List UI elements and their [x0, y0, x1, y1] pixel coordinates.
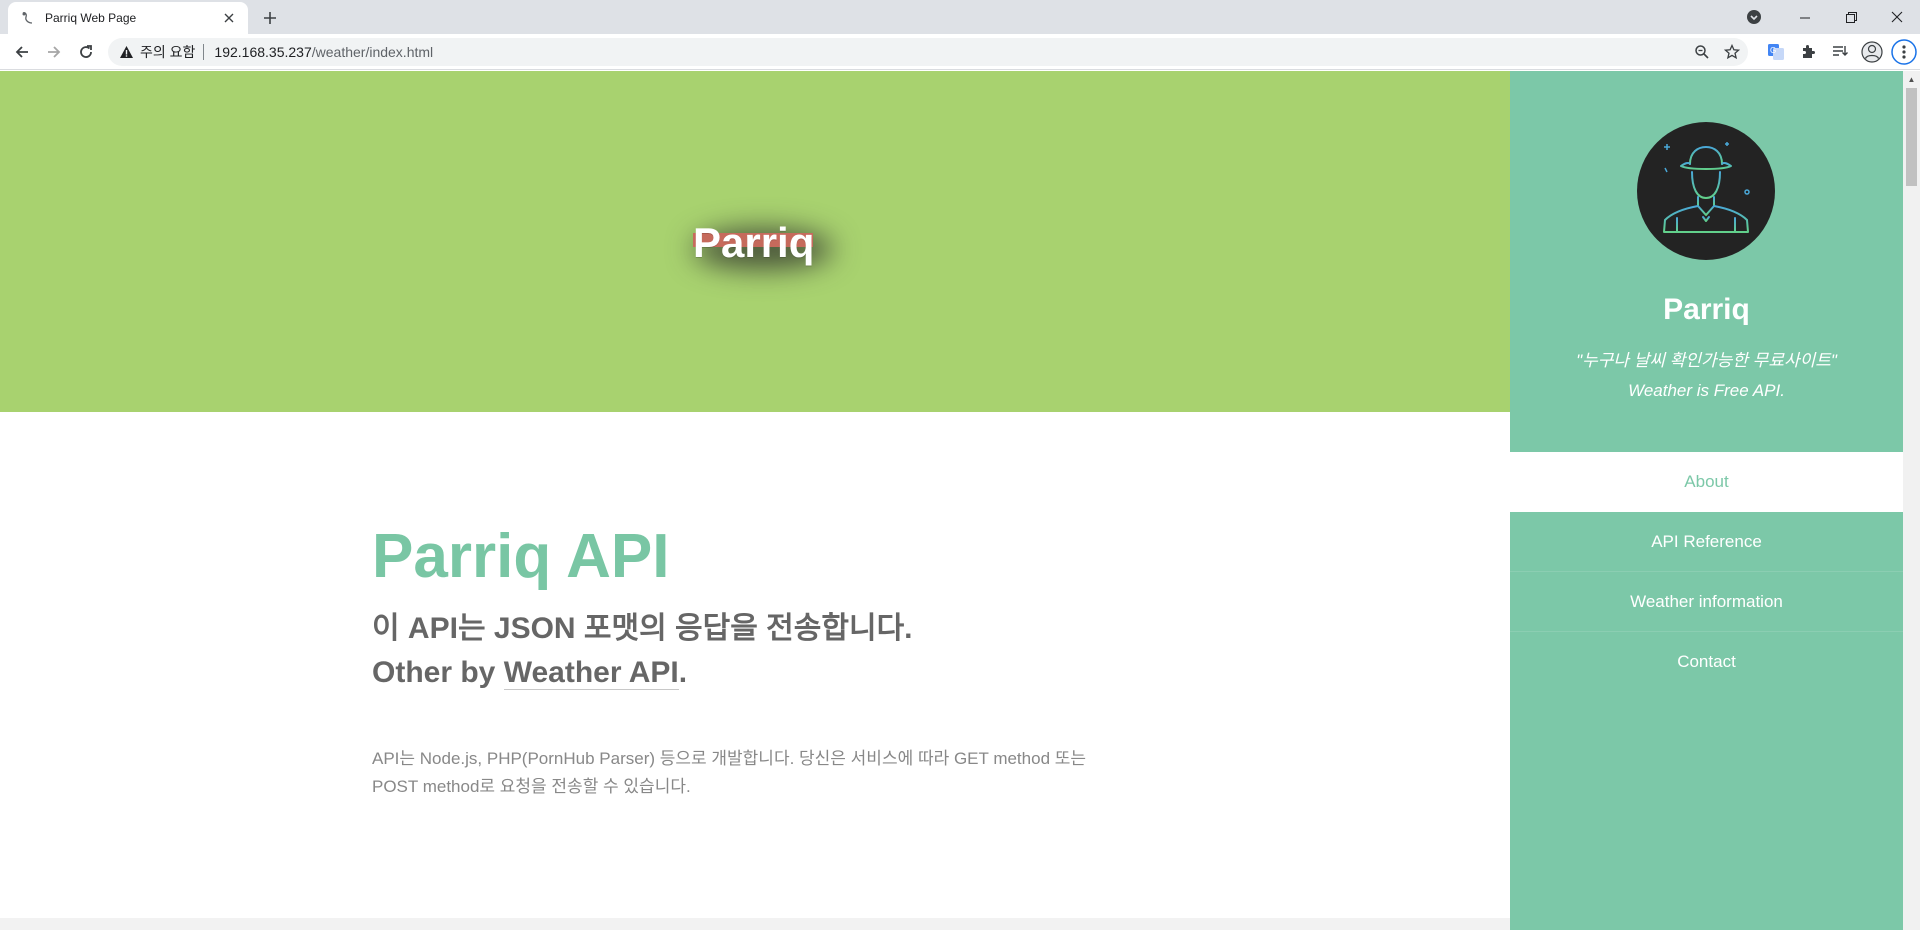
translate-icon[interactable]: G	[1760, 38, 1792, 66]
nav-item-weather-information[interactable]: Weather information	[1510, 572, 1903, 632]
url-path: /weather/index.html	[311, 44, 434, 60]
hero-banner: Parriq	[0, 71, 1510, 412]
window-close-icon[interactable]	[1874, 2, 1920, 32]
url-text[interactable]: 192.168.35.237/weather/index.html	[214, 44, 1688, 60]
body-text: API는 Node.js, PHP(PornHub Parser) 등으로 개발…	[372, 749, 1087, 797]
subtitle-prefix: Other by	[372, 656, 504, 690]
section-divider	[0, 918, 1510, 930]
sidebar-header: Parriq "누구나 날씨 확인가능한 무료사이트" Weather is F…	[1510, 71, 1903, 452]
sidebar: Parriq "누구나 날씨 확인가능한 무료사이트" Weather is F…	[1510, 71, 1903, 930]
page-subtitle: 이 API는 JSON 포맷의 응답을 전송합니다. Other by Weat…	[372, 607, 1172, 695]
browser-toolbar: 주의 요함 192.168.35.237/weather/index.html …	[0, 34, 1920, 70]
security-label[interactable]: 주의 요함	[140, 42, 195, 62]
url-host: 192.168.35.237	[214, 44, 312, 60]
scroll-thumb[interactable]	[1906, 88, 1917, 186]
page-scrollbar[interactable]: ▲	[1903, 71, 1920, 930]
star-icon[interactable]	[1718, 38, 1746, 66]
subtitle-suffix: .	[678, 656, 688, 690]
nav-item-about[interactable]: About	[1510, 452, 1903, 512]
sidebar-name: Parriq	[1663, 293, 1750, 326]
profile-icon[interactable]	[1856, 38, 1888, 66]
avatar	[1637, 122, 1775, 260]
favicon-icon	[20, 10, 36, 26]
nav-item-api-reference[interactable]: API Reference	[1510, 512, 1903, 572]
sidebar-nav: About API Reference Weather information …	[1510, 452, 1903, 692]
extensions-icon[interactable]	[1792, 38, 1824, 66]
tab-title: Parriq Web Page	[45, 11, 137, 25]
plus-icon[interactable]	[258, 6, 282, 30]
weather-api-link[interactable]: Weather API	[503, 656, 679, 691]
main-content: Parriq API 이 API는 JSON 포맷의 응답을 전송합니다. Ot…	[372, 522, 1172, 801]
tab-search-icon[interactable]	[1742, 5, 1766, 29]
svg-text:G: G	[1770, 46, 1776, 55]
nav-item-contact[interactable]: Contact	[1510, 632, 1903, 692]
forward-icon[interactable]	[40, 38, 68, 66]
reload-icon[interactable]	[72, 38, 100, 66]
zoom-icon[interactable]	[1688, 38, 1716, 66]
browser-tab-bar: Parriq Web Page	[0, 0, 1920, 34]
subtitle-line1: 이 API는 JSON 포맷의 응답을 전송합니다.	[372, 612, 913, 646]
sidebar-quote: "누구나 날씨 확인가능한 무료사이트" Weather is Free API…	[1510, 346, 1903, 406]
scroll-up-icon[interactable]: ▲	[1903, 71, 1920, 88]
menu-icon[interactable]	[1888, 38, 1920, 66]
sidebar-quote-line1: "누구나 날씨 확인가능한 무료사이트"	[1576, 351, 1837, 370]
reading-list-icon[interactable]	[1824, 38, 1856, 66]
page-viewport: Parriq Parriq API 이 API는 JSON 포맷의 응답을 전송…	[0, 71, 1920, 930]
subtitle-line2: Other by Weather API.	[372, 651, 1172, 695]
close-icon[interactable]	[220, 9, 238, 27]
omnibox-divider	[203, 44, 205, 60]
minimize-icon[interactable]	[1782, 2, 1828, 32]
browser-tab[interactable]: Parriq Web Page	[8, 2, 248, 34]
sidebar-quote-line2: Weather is Free API.	[1628, 381, 1785, 400]
back-icon[interactable]	[8, 38, 36, 66]
address-bar[interactable]: 주의 요함 192.168.35.237/weather/index.html	[108, 38, 1748, 66]
restore-icon[interactable]	[1828, 2, 1874, 32]
logo-text: Parriq	[693, 219, 815, 266]
avatar-icon	[1663, 142, 1750, 239]
warning-icon[interactable]	[118, 44, 134, 60]
page-title: Parriq API	[372, 522, 670, 591]
